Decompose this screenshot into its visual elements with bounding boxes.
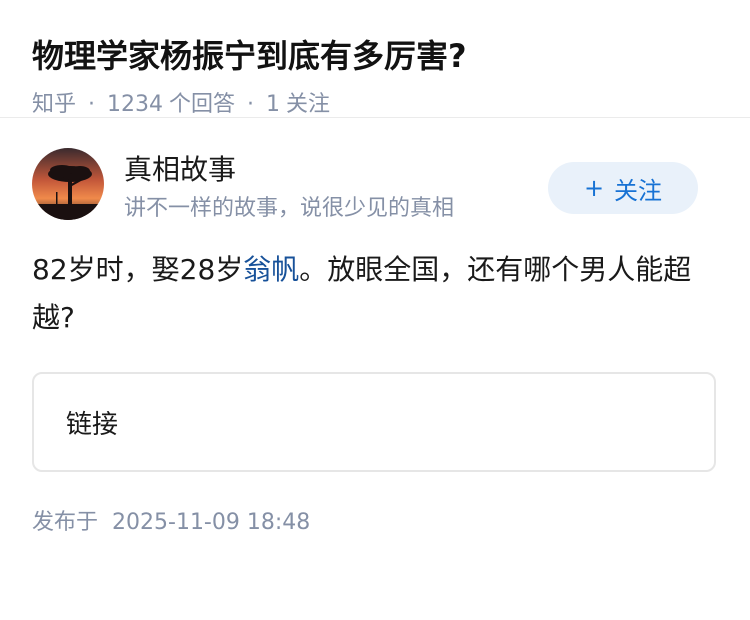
answer-count: 1234 <box>107 92 164 117</box>
content-text: 82岁时，娶28岁 <box>32 253 244 286</box>
question-header: 物理学家杨振宁到底有多厉害? 知乎 · 1234 个回答 · 1 关注 <box>0 0 750 118</box>
answer-count-label: 个回答 <box>169 92 236 117</box>
link-card[interactable]: 链接 <box>32 372 716 472</box>
follower-count-label: 关注 <box>286 92 331 117</box>
content-link[interactable]: 翁帆 <box>243 253 299 286</box>
answer-card: 真相故事 讲不一样的故事，说很少见的真相 + 关注 82岁时，娶28岁翁帆。放眼… <box>0 118 750 538</box>
plus-icon: + <box>583 174 605 202</box>
author-row: 真相故事 讲不一样的故事，说很少见的真相 + 关注 <box>32 118 718 228</box>
link-card-label: 链接 <box>66 409 119 440</box>
publish-info: 发布于 2025-11-09 18:48 <box>32 508 718 538</box>
source-label[interactable]: 知乎 <box>32 90 76 120</box>
question-title[interactable]: 物理学家杨振宁到底有多厉害? <box>32 34 718 78</box>
tree-sunset-avatar-icon <box>32 148 104 220</box>
avatar[interactable] <box>32 148 104 220</box>
separator-dot: · <box>88 92 96 117</box>
follow-button-label: 关注 <box>614 176 663 205</box>
author-name[interactable]: 真相故事 <box>124 152 236 188</box>
follow-button[interactable]: + 关注 <box>548 162 698 214</box>
publish-label: 发布于 <box>32 510 99 535</box>
question-meta: 知乎 · 1234 个回答 · 1 关注 <box>32 90 718 120</box>
follower-count: 1 <box>266 92 281 117</box>
publish-time: 2025-11-09 18:48 <box>112 510 311 535</box>
separator-dot: · <box>247 92 255 117</box>
answer-content: 82岁时，娶28岁翁帆。放眼全国，还有哪个男人能超越? <box>32 246 712 342</box>
author-bio: 讲不一样的故事，说很少见的真相 <box>124 196 455 221</box>
